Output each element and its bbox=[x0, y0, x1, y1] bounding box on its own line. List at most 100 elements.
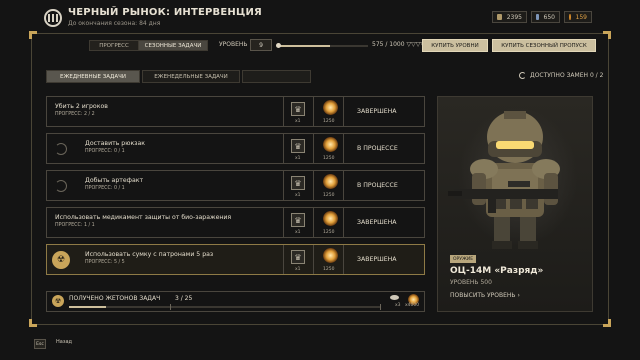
currency-crates: 2395 bbox=[492, 11, 527, 23]
buy-season-pass-button[interactable]: КУПИТЬ СЕЗОННЫЙ ПРОПУСК bbox=[492, 39, 596, 52]
task-progress: ПРОГРЕСС: 0 / 1 bbox=[85, 186, 125, 191]
divider bbox=[313, 97, 314, 126]
task-name: Доставить рюкзак bbox=[85, 140, 145, 147]
divider bbox=[283, 171, 284, 200]
progress-tick bbox=[380, 304, 381, 310]
xp-orb-icon bbox=[323, 100, 338, 115]
buy-levels-button[interactable]: КУПИТЬ УРОВНИ bbox=[422, 39, 488, 52]
task-status: В ПРОЦЕССЕ bbox=[357, 145, 398, 152]
task-status: ЗАВЕРШЕНА bbox=[357, 256, 397, 263]
xp-orb-icon bbox=[323, 248, 338, 263]
tokens-count: 3 / 25 bbox=[175, 295, 193, 302]
in-progress-icon bbox=[55, 143, 67, 155]
reward-count: x1 bbox=[295, 267, 301, 272]
frame-corner bbox=[29, 319, 37, 327]
divider bbox=[313, 134, 314, 163]
xp-orb-icon bbox=[323, 174, 338, 189]
season-logo-icon bbox=[44, 9, 62, 27]
crown-token-icon: ♛ bbox=[291, 250, 305, 264]
task-row[interactable]: Использовать медикамент защиты от био-за… bbox=[46, 207, 425, 238]
reward-count: x1 bbox=[295, 193, 301, 198]
crown-token-icon: ♛ bbox=[291, 139, 305, 153]
bars-icon bbox=[536, 14, 539, 20]
reward-card[interactable]: ОРУЖИЕ ОЦ-14М «Разряд» УРОВЕНЬ 500 ПОВЫС… bbox=[437, 96, 593, 312]
reward-xp: 1250 bbox=[323, 119, 335, 124]
frame-corner bbox=[603, 31, 611, 39]
progress-tick bbox=[170, 304, 171, 310]
tab-progress[interactable]: ПРОГРЕСС bbox=[89, 40, 139, 51]
frame-corner bbox=[29, 31, 37, 39]
reward-count: x1 bbox=[295, 230, 301, 235]
radiation-token-icon: ☢ bbox=[52, 295, 64, 307]
task-row[interactable]: Доставить рюкзак ПРОГРЕСС: 0 / 1 ♛ x1 12… bbox=[46, 133, 425, 164]
reward-xp: 1250 bbox=[323, 193, 335, 198]
divider bbox=[283, 97, 284, 126]
divider bbox=[313, 208, 314, 237]
divider bbox=[283, 134, 284, 163]
task-row[interactable]: ☢ Использовать сумку с патронами 5 раз П… bbox=[46, 244, 425, 275]
task-progress: ПРОГРЕСС: 2 / 2 bbox=[55, 112, 95, 117]
xp-progress-text: 575 / 1000 ▽▽▽▽▽ bbox=[372, 41, 430, 48]
reward-xp: 1250 bbox=[323, 156, 335, 161]
back-label: Назад bbox=[56, 339, 73, 345]
reward-chip-icon bbox=[390, 295, 399, 300]
level-label: УРОВЕНЬ bbox=[219, 41, 248, 48]
back-hint[interactable]: Назад bbox=[56, 339, 72, 345]
tab-locked bbox=[242, 70, 311, 83]
level-value: 9 bbox=[250, 39, 272, 51]
divider bbox=[343, 245, 344, 274]
reward-count: x1 bbox=[295, 119, 301, 124]
xp-orb-icon bbox=[323, 137, 338, 152]
reward-name: ОЦ-14М «Разряд» bbox=[450, 266, 544, 276]
task-name: Использовать медикамент защиты от био-за… bbox=[55, 214, 232, 221]
tab-season-tasks[interactable]: СЕЗОННЫЕ ЗАДАЧИ bbox=[138, 40, 208, 51]
tab-daily-tasks[interactable]: ЕЖЕДНЕВНЫЕ ЗАДАЧИ bbox=[46, 70, 140, 83]
coin-icon bbox=[569, 14, 571, 20]
crates-icon bbox=[497, 14, 502, 20]
refresh-icon bbox=[519, 72, 526, 79]
xp-progress-fill bbox=[278, 45, 330, 47]
season-remaining: До окончания сезона: 84 дня bbox=[68, 20, 161, 27]
divider bbox=[343, 134, 344, 163]
task-status: В ПРОЦЕССЕ bbox=[357, 182, 398, 189]
replacements-available[interactable]: ДОСТУПНО ЗАМЕН 0 / 2 bbox=[519, 72, 603, 79]
soldier-character-image bbox=[448, 111, 560, 249]
task-status: ЗАВЕРШЕНА bbox=[357, 219, 397, 226]
task-status: ЗАВЕРШЕНА bbox=[357, 108, 397, 115]
tokens-reward-count: x3 bbox=[395, 303, 401, 308]
esc-keycap: Esc bbox=[34, 339, 46, 349]
reward-count: x1 bbox=[295, 156, 301, 161]
tokens-progress-track bbox=[69, 306, 381, 308]
xp-orb-icon bbox=[323, 211, 338, 226]
currency-coins: 159 bbox=[564, 11, 592, 23]
task-row[interactable]: Добыть артефакт ПРОГРЕСС: 0 / 1 ♛ x1 125… bbox=[46, 170, 425, 201]
divider bbox=[343, 97, 344, 126]
task-name: Убить 2 игроков bbox=[55, 103, 108, 110]
task-progress: ПРОГРЕСС: 1 / 1 bbox=[55, 223, 95, 228]
xp-progress-marker bbox=[276, 43, 281, 48]
esc-key-hint[interactable]: Esc bbox=[34, 339, 49, 349]
divider bbox=[313, 171, 314, 200]
tab-weekly-tasks[interactable]: ЕЖЕНЕДЕЛЬНЫЕ ЗАДАЧИ bbox=[142, 70, 240, 83]
reward-xp: 1250 bbox=[323, 267, 335, 272]
task-row[interactable]: Убить 2 игроков ПРОГРЕСС: 2 / 2 ♛ x1 125… bbox=[46, 96, 425, 127]
tokens-reward-xp: x4000 bbox=[405, 303, 420, 308]
task-name: Добыть артефакт bbox=[85, 177, 144, 184]
reward-xp: 1250 bbox=[323, 230, 335, 235]
tokens-progress-fill bbox=[69, 306, 107, 308]
frame-corner bbox=[603, 319, 611, 327]
reward-type-badge: ОРУЖИЕ bbox=[450, 255, 477, 263]
task-progress: ПРОГРЕСС: 0 / 1 bbox=[85, 149, 125, 154]
page-title: ЧЕРНЫЙ РЫНОК: ИНТЕРВЕНЦИЯ bbox=[68, 7, 262, 18]
crown-token-icon: ♛ bbox=[291, 213, 305, 227]
divider bbox=[283, 208, 284, 237]
divider bbox=[313, 245, 314, 274]
crown-token-icon: ♛ bbox=[291, 102, 305, 116]
task-name: Использовать сумку с патронами 5 раз bbox=[85, 251, 214, 258]
divider bbox=[343, 208, 344, 237]
crown-token-icon: ♛ bbox=[291, 176, 305, 190]
task-progress: ПРОГРЕСС: 5 / 5 bbox=[85, 260, 125, 265]
divider bbox=[283, 245, 284, 274]
task-tokens-progress: ☢ ПОЛУЧЕНО ЖЕТОНОВ ЗАДАЧ 3 / 25 x3 x4000 bbox=[46, 291, 425, 312]
upgrade-level-link[interactable]: ПОВЫСИТЬ УРОВЕНЬ › bbox=[450, 292, 520, 299]
